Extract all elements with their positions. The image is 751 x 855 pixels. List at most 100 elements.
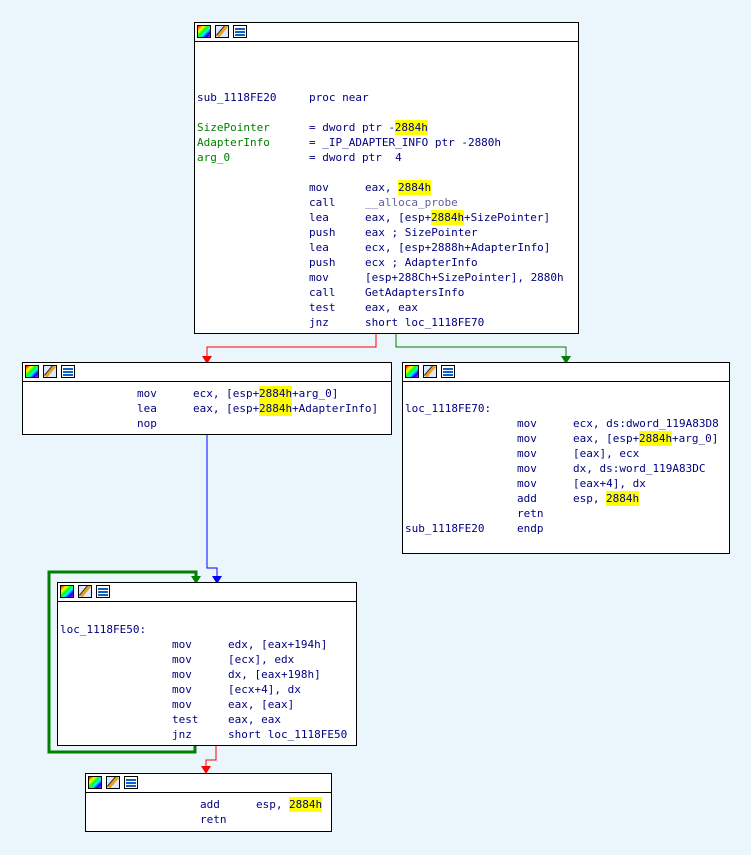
code-line[interactable]: test eax, eax — [195, 300, 578, 315]
operand: ecx, [esp+ — [193, 387, 260, 400]
location-label: loc_1118FE50: — [60, 623, 147, 636]
edge-false-entry-left — [206, 333, 377, 358]
code-line[interactable]: add esp, 2884h — [403, 491, 729, 506]
mnemonic: mov — [517, 447, 537, 460]
code-line[interactable]: add esp, 2884h — [86, 797, 331, 812]
block-left[interactable]: mov ecx, [esp+ 2884h +arg_0] lea eax, [esp+ 28… — [22, 362, 392, 435]
mnemonic: mov — [517, 417, 537, 430]
immediate-highlight: 2884h — [394, 120, 428, 135]
palette-icon[interactable] — [88, 776, 102, 789]
block-entry[interactable]: sub_1118FE20 proc near SizePointer = dword … — [194, 22, 579, 334]
code-line[interactable]: push ecx ; AdapterInfo — [195, 255, 578, 270]
operand: [eax+4], dx — [573, 477, 646, 490]
node-toolbar — [403, 363, 729, 382]
code-line[interactable]: mov ecx, [esp+ 2884h +arg_0] — [23, 386, 391, 401]
operand: +arg_0] — [292, 387, 339, 400]
code-line[interactable]: retn — [403, 506, 729, 521]
code-line[interactable]: mov dx, ds:word_119A83DC — [403, 461, 729, 476]
graph-icon[interactable] — [441, 365, 455, 378]
code-line[interactable]: jnz short loc_1118FE50 — [58, 727, 356, 742]
code-line[interactable]: lea eax, [esp+ 2884h +AdapterInfo] — [23, 401, 391, 416]
code-line[interactable]: mov eax, [esp+ 2884h +arg_0] — [403, 431, 729, 446]
graph-icon[interactable] — [96, 585, 110, 598]
code-line[interactable]: call GetAdaptersInfo — [195, 285, 578, 300]
operand: dx, [eax+198h] — [228, 668, 321, 681]
code-line[interactable]: mov [eax], ecx — [403, 446, 729, 461]
edge-true-entry-right — [395, 333, 567, 358]
palette-icon[interactable] — [25, 365, 39, 378]
proc-end-keyword: endp — [517, 522, 544, 535]
code-line[interactable]: mov [ecx+4], dx — [58, 682, 356, 697]
code-line[interactable]: mov edx, [eax+194h] — [58, 637, 356, 652]
code-line[interactable]: nop — [23, 416, 391, 431]
code-line[interactable]: call __alloca_probe — [195, 195, 578, 210]
code-line[interactable]: jnz short loc_1118FE70 — [195, 315, 578, 330]
mnemonic: mov — [172, 638, 192, 651]
mnemonic: nop — [137, 417, 157, 430]
palette-icon[interactable] — [197, 25, 211, 38]
edit-icon[interactable] — [215, 25, 229, 38]
operand: ecx, ds:dword_119A83D8 — [573, 417, 719, 430]
stack-var-name: AdapterInfo — [197, 136, 270, 149]
operand: eax, [esp+ — [573, 432, 640, 445]
operand: [eax], ecx — [573, 447, 640, 460]
operand: +AdapterInfo] — [292, 402, 379, 415]
edit-icon[interactable] — [423, 365, 437, 378]
edge-loop-exit — [205, 744, 217, 768]
palette-icon[interactable] — [405, 365, 419, 378]
block-exit[interactable]: add esp, 2884h retn — [85, 773, 332, 832]
mnemonic: mov — [517, 462, 537, 475]
operand: __alloca_probe — [365, 196, 458, 209]
operand: eax, [eax] — [228, 698, 295, 711]
proc-label: sub_1118FE20 — [197, 91, 277, 104]
mnemonic: test — [172, 713, 199, 726]
graph-icon[interactable] — [233, 25, 247, 38]
immediate-highlight: 2884h — [606, 491, 640, 506]
code-line[interactable]: lea eax, [esp+ 2884h +SizePointer] — [195, 210, 578, 225]
code-line[interactable]: mov [ecx], edx — [58, 652, 356, 667]
palette-icon[interactable] — [60, 585, 74, 598]
mnemonic: mov — [172, 683, 192, 696]
mnemonic: mov — [137, 387, 157, 400]
edge-left-loop — [206, 433, 218, 578]
stack-var-def: = dword ptr 4 — [309, 151, 402, 164]
operand: +SizePointer] — [464, 211, 551, 224]
operand: eax, — [365, 181, 399, 194]
mnemonic: call — [309, 196, 336, 209]
graph-icon[interactable] — [124, 776, 138, 789]
immediate-highlight: 2884h — [639, 431, 673, 446]
operand: GetAdaptersInfo — [365, 286, 465, 299]
mnemonic: mov — [309, 271, 329, 284]
code-line[interactable]: push eax ; SizePointer — [195, 225, 578, 240]
operand: edx, [eax+194h] — [228, 638, 328, 651]
code-line[interactable]: mov dx, [eax+198h] — [58, 667, 356, 682]
mnemonic: add — [200, 798, 220, 811]
stack-var-def: = dword ptr - — [309, 121, 396, 134]
code-line[interactable]: retn — [86, 812, 331, 827]
edit-icon[interactable] — [106, 776, 120, 789]
edit-icon[interactable] — [78, 585, 92, 598]
block-loc-1118FE50[interactable]: loc_1118FE50:mov edx, [eax+194h] mov [ecx],… — [57, 582, 357, 746]
mnemonic: mov — [172, 698, 192, 711]
immediate-highlight: 2884h — [259, 401, 293, 416]
mnemonic: lea — [309, 211, 329, 224]
code-line[interactable]: test eax, eax — [58, 712, 356, 727]
mnemonic: test — [309, 301, 336, 314]
stack-var-name: arg_0 — [197, 151, 231, 164]
operand: [esp+288Ch+SizePointer], 2880h — [365, 271, 564, 284]
code-line[interactable]: mov [eax+4], dx — [403, 476, 729, 491]
edit-icon[interactable] — [43, 365, 57, 378]
block-loc-1118FE70[interactable]: loc_1118FE70: mov ecx, ds:dword_119A83D8 mo… — [402, 362, 730, 554]
proc-keyword: proc near — [309, 91, 369, 104]
node-toolbar — [23, 363, 391, 382]
code-line[interactable]: mov eax, [eax] — [58, 697, 356, 712]
code-line[interactable]: lea ecx, [esp+2888h+AdapterInfo] — [195, 240, 578, 255]
mnemonic: jnz — [309, 316, 329, 329]
mnemonic: add — [517, 492, 537, 505]
immediate-highlight: 2884h — [289, 797, 323, 812]
operand: eax ; SizePointer — [365, 226, 478, 239]
code-line[interactable]: mov eax, 2884h — [195, 180, 578, 195]
code-line[interactable]: mov ecx, ds:dword_119A83D8 — [403, 416, 729, 431]
code-line[interactable]: mov [esp+288Ch+SizePointer], 2880h — [195, 270, 578, 285]
graph-icon[interactable] — [61, 365, 75, 378]
